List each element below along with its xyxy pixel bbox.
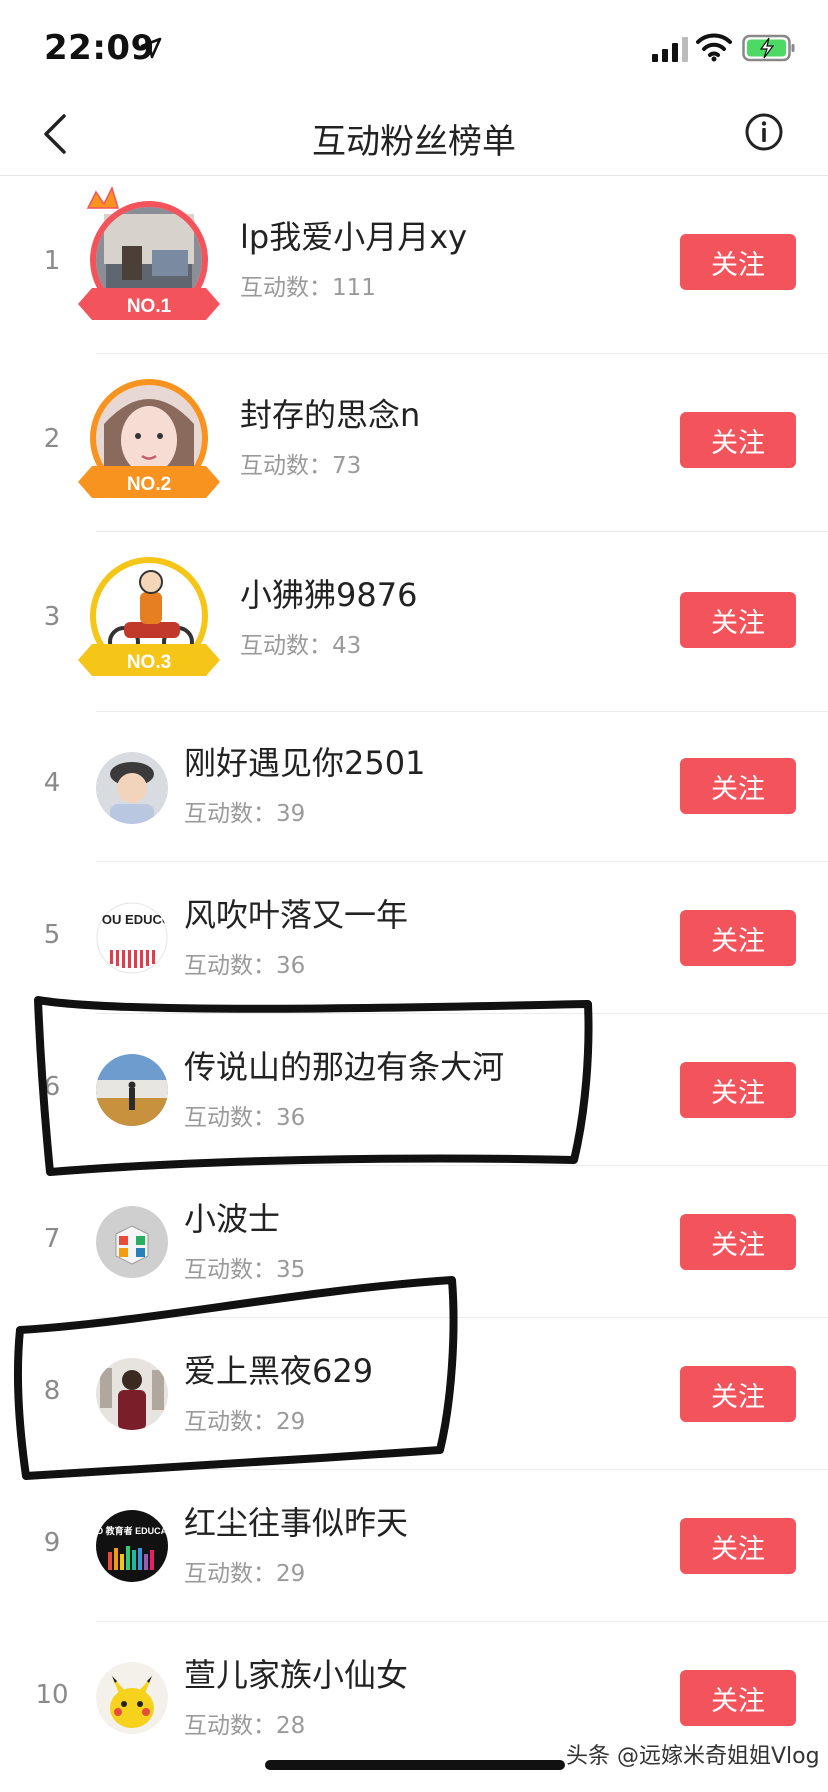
avatar	[96, 752, 168, 824]
rank-badge-label: NO.3	[127, 652, 171, 673]
interaction-count: 互动数：28	[184, 1713, 306, 1739]
location-arrow-icon	[140, 37, 162, 59]
fan-name: 小狒狒9876	[240, 576, 418, 614]
fan-name: 风吹叶落又一年	[184, 896, 409, 934]
fan-name: 红尘往事似昨天	[184, 1504, 409, 1542]
follow-button[interactable]: 关注	[680, 758, 796, 814]
follow-button[interactable]: 关注	[680, 1062, 796, 1118]
rank-number: 7	[43, 1224, 61, 1254]
fan-name: 爱上黑夜629	[184, 1352, 374, 1390]
follow-button[interactable]: 关注	[680, 592, 796, 648]
rank-3-avatar: NO.3	[78, 557, 220, 676]
interaction-count: 互动数：29	[184, 1409, 306, 1435]
list-item[interactable]: 9 HELLO 教育者 EDUCATORS 红尘往事似昨天 互动数：29 关注	[0, 1470, 828, 1622]
avatar: WE ♥ YOU EDUCOTARS	[96, 902, 168, 974]
avatar-text: WE ♥ YOU EDUCOTARS	[96, 912, 168, 927]
rank-badge-label: NO.2	[127, 474, 171, 495]
follow-button[interactable]: 关注	[680, 1366, 796, 1422]
avatar	[96, 1662, 168, 1734]
interaction-count: 互动数：35	[184, 1257, 306, 1283]
fan-name: 萱儿家族小仙女	[184, 1656, 409, 1694]
avatar	[96, 1054, 168, 1126]
fan-name: 传说山的那边有条大河	[184, 1048, 505, 1086]
rank-number: 4	[43, 768, 61, 798]
status-time: 22:09	[44, 28, 155, 68]
rank-number: 10	[35, 1680, 69, 1710]
follow-button[interactable]: 关注	[680, 1214, 796, 1270]
follow-button[interactable]: 关注	[680, 234, 796, 290]
list-item[interactable]: 1 NO.1 lp我爱小月月xy 互动数：111 关注	[0, 176, 828, 354]
interaction-count: 互动数：36	[184, 1105, 306, 1131]
home-indicator	[265, 1760, 565, 1770]
fan-name: lp我爱小月月xy	[240, 218, 468, 256]
list-item[interactable]: 6 传说山的那边有条大河 互动数：36 关注	[0, 1014, 828, 1166]
follow-button[interactable]: 关注	[680, 910, 796, 966]
avatar-text: HELLO 教育者 EDUCATORS	[96, 1525, 168, 1536]
rank-number: 3	[43, 602, 61, 632]
navigation-bar: 互动粉丝榜单	[0, 96, 828, 176]
list-item[interactable]: 4 刚好遇见你2501 互动数：39 关注	[0, 712, 828, 862]
rank-number: 5	[43, 920, 61, 950]
rank-2-avatar: NO.2	[78, 379, 220, 498]
follow-button[interactable]: 关注	[680, 1670, 796, 1726]
interaction-count: 互动数：39	[184, 801, 306, 827]
list-item[interactable]: 3 NO.3 小狒狒9876 互动数：43 关注	[0, 532, 828, 712]
fan-name: 封存的思念n	[240, 396, 421, 434]
interaction-count: 互动数：73	[240, 453, 362, 479]
interaction-count: 互动数：111	[240, 275, 376, 301]
battery-charging-icon	[742, 34, 795, 62]
rank-number: 1	[43, 246, 61, 276]
rank-number: 6	[43, 1072, 61, 1102]
rank-number: 8	[43, 1376, 61, 1406]
interaction-count: 互动数：36	[184, 953, 306, 979]
avatar	[96, 1206, 168, 1278]
watermark: 头条 @远嫁米奇姐姐Vlog	[566, 1744, 820, 1769]
rank-number: 2	[43, 424, 61, 454]
wifi-icon	[696, 33, 732, 62]
cellular-signal-icon	[652, 37, 688, 62]
follow-button[interactable]: 关注	[680, 1518, 796, 1574]
fan-name: 刚好遇见你2501	[184, 744, 426, 782]
avatar	[96, 1358, 168, 1430]
rank-1-crown-avatar: NO.1	[78, 186, 220, 320]
list-item[interactable]: 5 WE ♥ YOU EDUCOTARS 风吹叶落又一年 互动数：36 关注	[0, 862, 828, 1014]
list-item[interactable]: 8 爱上黑夜629 互动数：29 关注	[0, 1318, 828, 1470]
avatar: HELLO 教育者 EDUCATORS	[96, 1510, 168, 1582]
list-item[interactable]: 2 NO.2 封存的思念n 互动数：73 关注	[0, 354, 828, 532]
rank-number: 9	[43, 1528, 61, 1558]
info-icon[interactable]	[744, 112, 784, 152]
list-item[interactable]: 7 小波士 互动数：35 关注	[0, 1166, 828, 1318]
fan-name: 小波士	[184, 1200, 281, 1238]
interaction-count: 互动数：29	[184, 1561, 306, 1587]
status-bar: 22:09	[0, 0, 828, 96]
follow-button[interactable]: 关注	[680, 412, 796, 468]
rank-badge-label: NO.1	[127, 296, 172, 317]
interaction-count: 互动数：43	[240, 633, 362, 659]
page-title: 互动粉丝榜单	[312, 122, 516, 162]
